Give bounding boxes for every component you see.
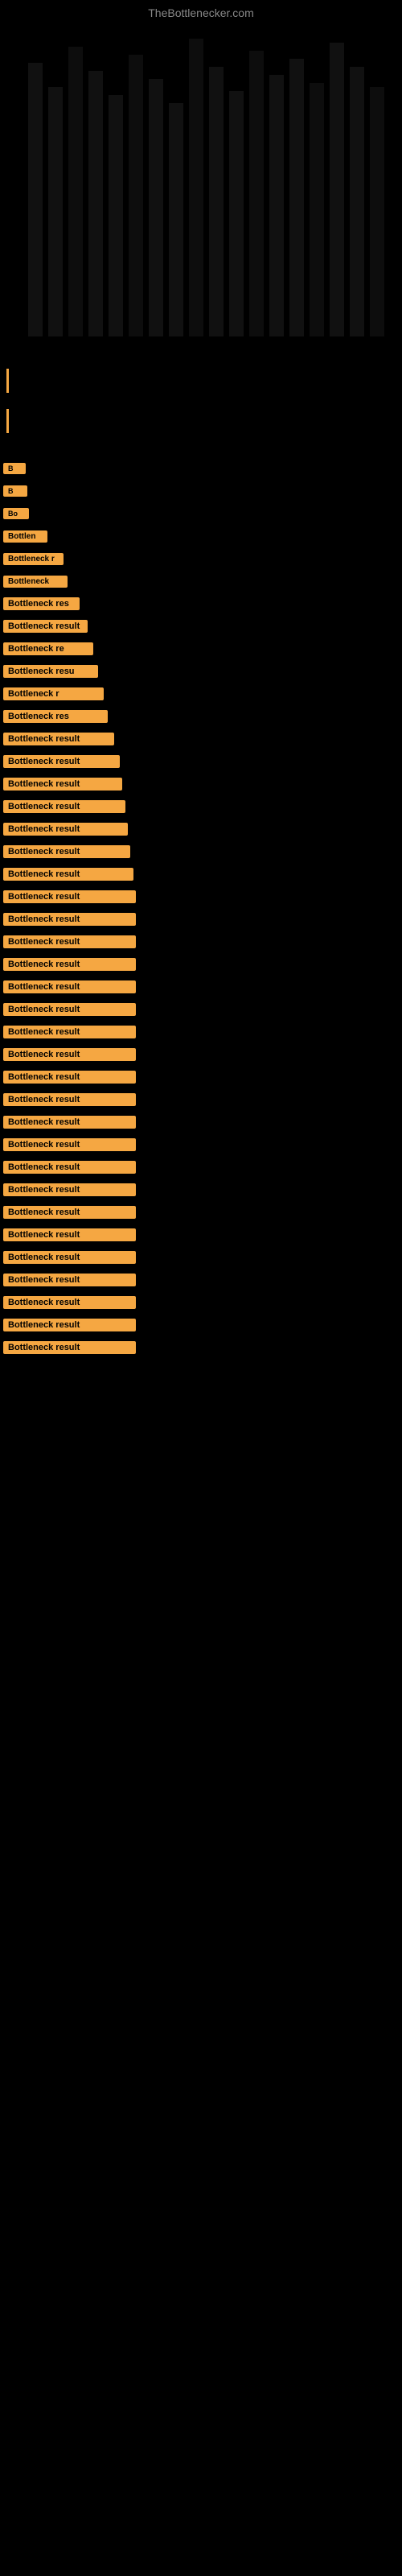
result-item-18: Bottleneck result — [0, 844, 402, 858]
result-item-23: Bottleneck result — [0, 956, 402, 971]
result-badge-25: Bottleneck result — [3, 1003, 136, 1016]
result-item-16: Bottleneck result — [0, 799, 402, 813]
result-item-27: Bottleneck result — [0, 1046, 402, 1061]
result-badge-30: Bottleneck result — [3, 1116, 136, 1129]
result-item-21: Bottleneck result — [0, 911, 402, 926]
result-item-28: Bottleneck result — [0, 1069, 402, 1084]
result-item-12: Bottleneck res — [0, 708, 402, 723]
result-item-30: Bottleneck result — [0, 1114, 402, 1129]
result-badge-4: Bottlen — [3, 530, 47, 543]
result-badge-8: Bottleneck result — [3, 620, 88, 633]
result-item-4: Bottlen — [0, 528, 402, 543]
results-list: B B Bo Bottlen Bottleneck r Bottleneck B… — [0, 438, 402, 1354]
result-item-11: Bottleneck r — [0, 686, 402, 700]
result-badge-24: Bottleneck result — [3, 980, 136, 993]
result-badge-31: Bottleneck result — [3, 1138, 136, 1151]
result-badge-14: Bottleneck result — [3, 755, 120, 768]
result-item-32: Bottleneck result — [0, 1159, 402, 1174]
result-item-38: Bottleneck result — [0, 1294, 402, 1309]
result-item-33: Bottleneck result — [0, 1182, 402, 1196]
result-item-17: Bottleneck result — [0, 821, 402, 836]
result-item-25: Bottleneck result — [0, 1001, 402, 1016]
result-item-29: Bottleneck result — [0, 1092, 402, 1106]
result-badge-29: Bottleneck result — [3, 1093, 136, 1106]
chart-area — [0, 23, 402, 361]
result-badge-12: Bottleneck res — [3, 710, 108, 723]
result-badge-9: Bottleneck re — [3, 642, 93, 655]
result-badge-21: Bottleneck result — [3, 913, 136, 926]
result-badge-18: Bottleneck result — [3, 845, 130, 858]
result-item-14: Bottleneck result — [0, 753, 402, 768]
result-badge-27: Bottleneck result — [3, 1048, 136, 1061]
result-badge-23: Bottleneck result — [3, 958, 136, 971]
result-badge-19: Bottleneck result — [3, 868, 133, 881]
result-badge-37: Bottleneck result — [3, 1274, 136, 1286]
result-badge-6: Bottleneck — [3, 576, 68, 588]
result-item-19: Bottleneck result — [0, 866, 402, 881]
result-badge-32: Bottleneck result — [3, 1161, 136, 1174]
result-badge-2: B — [3, 485, 27, 497]
result-item-31: Bottleneck result — [0, 1137, 402, 1151]
result-item-5: Bottleneck r — [0, 551, 402, 565]
result-item-2: B — [0, 483, 402, 497]
result-badge-20: Bottleneck result — [3, 890, 136, 903]
result-item-34: Bottleneck result — [0, 1204, 402, 1219]
site-title: TheBottlenecker.com — [0, 0, 402, 23]
result-badge-34: Bottleneck result — [3, 1206, 136, 1219]
result-badge-22: Bottleneck result — [3, 935, 136, 948]
result-badge-17: Bottleneck result — [3, 823, 128, 836]
result-item-7: Bottleneck res — [0, 596, 402, 610]
result-badge-5: Bottleneck r — [3, 553, 64, 565]
result-item-6: Bottleneck — [0, 573, 402, 588]
result-badge-10: Bottleneck resu — [3, 665, 98, 678]
result-item-35: Bottleneck result — [0, 1227, 402, 1241]
result-item-13: Bottleneck result — [0, 731, 402, 745]
result-badge-40: Bottleneck result — [3, 1341, 136, 1354]
result-badge-11: Bottleneck r — [3, 687, 104, 700]
result-item-1: B — [0, 460, 402, 475]
result-badge-26: Bottleneck result — [3, 1026, 136, 1038]
result-badge-38: Bottleneck result — [3, 1296, 136, 1309]
result-item-3: Bo — [0, 506, 402, 520]
result-badge-16: Bottleneck result — [3, 800, 125, 813]
result-badge-1: B — [3, 463, 26, 474]
result-item-36: Bottleneck result — [0, 1249, 402, 1264]
result-badge-7: Bottleneck res — [3, 597, 80, 610]
line-indicator-1 — [6, 369, 9, 393]
result-badge-36: Bottleneck result — [3, 1251, 136, 1264]
result-badge-28: Bottleneck result — [3, 1071, 136, 1084]
page-wrapper: TheBottlenecker.com — [0, 0, 402, 1354]
result-item-10: Bottleneck resu — [0, 663, 402, 678]
result-item-8: Bottleneck result — [0, 618, 402, 633]
result-item-9: Bottleneck re — [0, 641, 402, 655]
result-item-39: Bottleneck result — [0, 1317, 402, 1331]
result-item-15: Bottleneck result — [0, 776, 402, 791]
result-badge-13: Bottleneck result — [3, 733, 114, 745]
result-item-37: Bottleneck result — [0, 1272, 402, 1286]
result-badge-39: Bottleneck result — [3, 1319, 136, 1331]
result-badge-35: Bottleneck result — [3, 1228, 136, 1241]
result-badge-33: Bottleneck result — [3, 1183, 136, 1196]
result-badge-3: Bo — [3, 508, 29, 519]
result-item-40: Bottleneck result — [0, 1340, 402, 1354]
result-item-22: Bottleneck result — [0, 934, 402, 948]
result-item-24: Bottleneck result — [0, 979, 402, 993]
result-badge-15: Bottleneck result — [3, 778, 122, 791]
result-item-20: Bottleneck result — [0, 889, 402, 903]
result-item-26: Bottleneck result — [0, 1024, 402, 1038]
line-indicator-2 — [6, 409, 9, 433]
